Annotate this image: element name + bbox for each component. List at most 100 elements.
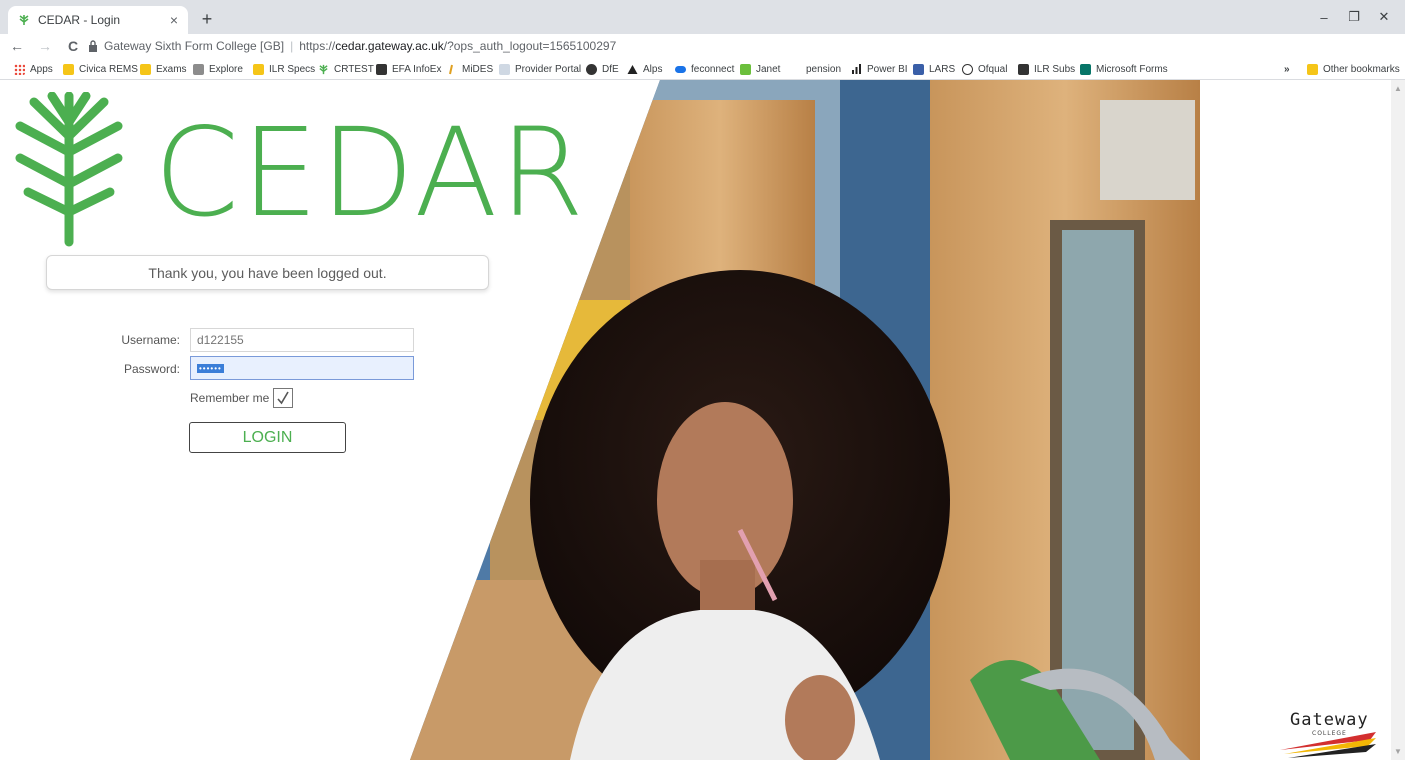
janet-icon	[740, 63, 751, 75]
powerbi-icon	[851, 63, 862, 75]
bookmark-label: pension	[806, 63, 842, 75]
url-domain: cedar.gateway.ac.uk	[335, 39, 444, 53]
minimize-button[interactable]: –	[1310, 6, 1338, 28]
bookmark-label: ILR Specs	[269, 63, 316, 75]
password-value: ••••••	[197, 363, 224, 373]
portal-icon	[499, 63, 510, 75]
bookmark-ilr-specs[interactable]: ILR Specs	[253, 61, 315, 77]
efa-icon	[376, 63, 387, 75]
checkmark-icon	[277, 391, 290, 405]
bookmark-label: Exams	[156, 63, 187, 75]
folder-icon	[1307, 63, 1318, 75]
folder-icon	[63, 63, 74, 75]
page-scrollbar[interactable]: ▲ ▼	[1391, 80, 1405, 760]
apps-grid-icon	[14, 63, 25, 75]
bookmark-explore[interactable]: Explore	[193, 61, 243, 77]
login-button[interactable]: LOGIN	[189, 422, 346, 453]
bookmark-ofqual[interactable]: Ofqual	[962, 61, 1007, 77]
username-label: Username:	[121, 333, 180, 347]
gateway-logo-subtext: COLLEGE	[1312, 730, 1347, 737]
bookmark-pension[interactable]: pension	[806, 61, 841, 77]
feconnect-icon	[675, 65, 686, 73]
restore-button[interactable]: ❐	[1340, 6, 1368, 28]
username-value: d122155	[197, 333, 244, 347]
remember-me-checkbox[interactable]	[273, 388, 294, 408]
bookmark-label: Provider Portal	[515, 63, 582, 75]
forms-icon	[1080, 63, 1091, 75]
bookmark-label: Explore	[209, 63, 243, 75]
bookmark-label: DfE	[602, 63, 619, 75]
bookmark-microsoft-forms[interactable]: Microsoft Forms	[1080, 61, 1168, 77]
close-window-button[interactable]: ✕	[1370, 6, 1398, 28]
folder-icon	[140, 63, 151, 75]
bookmark-civica-rems[interactable]: Civica REMS	[63, 61, 138, 77]
logout-message: Thank you, you have been logged out.	[46, 255, 489, 290]
back-button[interactable]: ←	[6, 35, 28, 57]
bookmarks-overflow-button[interactable]: »	[1284, 61, 1290, 77]
bookmark-label: MiDES	[462, 63, 494, 75]
explore-icon	[193, 63, 204, 75]
bookmark-provider-portal[interactable]: Provider Portal	[499, 61, 581, 77]
bookmark-exams[interactable]: Exams	[140, 61, 187, 77]
ofqual-icon	[962, 63, 973, 75]
bookmark-ilr-subs[interactable]: ILR Subs	[1018, 61, 1075, 77]
tab-cedar-login[interactable]: CEDAR - Login ×	[8, 6, 188, 34]
scroll-up-icon[interactable]: ▲	[1394, 84, 1402, 93]
bookmark-mides[interactable]: MiDES	[446, 61, 493, 77]
bookmark-label: Other bookmarks	[1323, 63, 1400, 75]
bookmark-dfe[interactable]: DfE	[586, 61, 619, 77]
bookmark-label: Microsoft Forms	[1096, 63, 1168, 75]
url-prefix: https://	[299, 39, 336, 53]
bookmark-label: ILR Subs	[1034, 63, 1076, 75]
bookmark-label: Civica REMS	[79, 63, 138, 75]
bookmark-label: Ofqual	[978, 63, 1008, 75]
forward-button[interactable]: →	[34, 35, 56, 57]
cedar-logo: CEDAR	[14, 91, 584, 248]
bookmark-label: Janet	[756, 63, 781, 75]
cedar-icon	[318, 64, 329, 75]
bookmark-label: CRTEST	[334, 63, 374, 75]
remember-me: Remember me	[190, 388, 294, 408]
gateway-logo-text: Gateway	[1290, 710, 1369, 730]
bookmark-efa-infoex[interactable]: EFA InfoEx	[376, 61, 441, 77]
tab-close-icon[interactable]: ×	[170, 12, 178, 28]
browser-toolbar: ← → C Gateway Sixth Form College [GB] | …	[0, 34, 1405, 87]
logo-wordmark: CEDAR	[154, 102, 587, 244]
bookmark-lars[interactable]: LARS	[913, 61, 955, 77]
omnibox-separator: |	[290, 39, 294, 53]
bookmark-other-bookmarks[interactable]: Other bookmarks	[1307, 61, 1400, 77]
bookmark-label: Power BI	[867, 63, 908, 75]
scroll-down-icon[interactable]: ▼	[1394, 747, 1402, 756]
tab-strip: CEDAR - Login × + – ❐ ✕	[0, 0, 1405, 34]
bookmark-janet[interactable]: Janet	[740, 61, 780, 77]
login-page: CEDAR Thank you, you have been logged ou…	[0, 80, 1405, 760]
bookmark-label: feconnect	[691, 63, 735, 75]
bookmark-label: Apps	[30, 63, 53, 75]
remember-me-label: Remember me	[190, 391, 270, 405]
bookmark-alps[interactable]: Alps	[627, 61, 662, 77]
bookmark-feconnect[interactable]: feconnect	[675, 61, 734, 77]
bookmark-label: EFA InfoEx	[392, 63, 442, 75]
new-tab-button[interactable]: +	[196, 8, 218, 30]
password-input[interactable]: ••••••	[190, 356, 414, 380]
alps-icon	[627, 64, 638, 75]
bookmark-label: LARS	[929, 63, 956, 75]
lock-icon	[88, 40, 98, 52]
bookmark-power-bi[interactable]: Power BI	[851, 61, 908, 77]
mides-icon	[446, 64, 457, 75]
reload-button[interactable]: C	[62, 35, 84, 57]
site-identity: Gateway Sixth Form College [GB]	[104, 39, 285, 53]
lars-icon	[913, 63, 924, 75]
bookmarks-bar: Apps Civica REMS Exams Explore ILR Specs…	[0, 58, 1405, 80]
address-bar[interactable]: Gateway Sixth Form College [GB] | https:…	[88, 36, 1238, 56]
ilr-icon	[1018, 63, 1029, 75]
username-input[interactable]: d122155	[190, 328, 414, 352]
folder-icon	[253, 63, 264, 75]
bookmark-crtest[interactable]: CRTEST	[318, 61, 374, 77]
cedar-tree-icon	[15, 91, 123, 247]
bookmark-apps[interactable]: Apps	[14, 61, 53, 77]
bookmark-label: Alps	[643, 63, 663, 75]
password-label: Password:	[123, 362, 180, 376]
dfe-icon	[586, 63, 597, 75]
tab-title: CEDAR - Login	[38, 13, 121, 27]
